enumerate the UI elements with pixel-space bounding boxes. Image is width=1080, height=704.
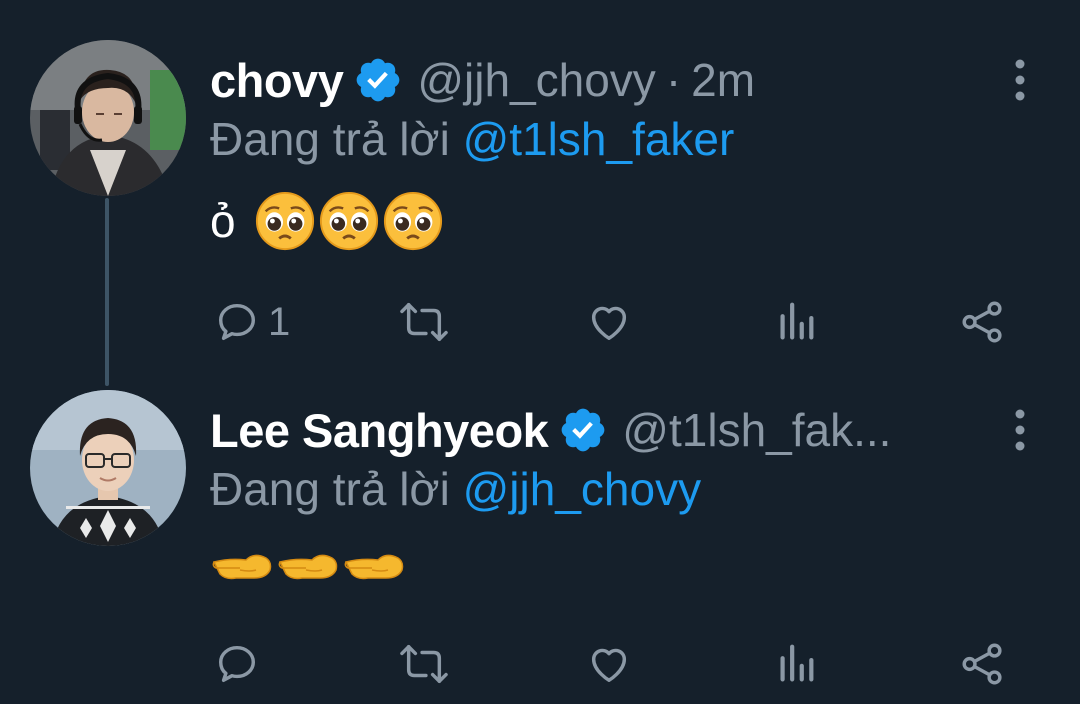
replying-to-label: Đang trả lời [210, 463, 450, 515]
share-icon [962, 301, 1002, 343]
tweet[interactable]: chovy @jjh_chovy · 2m Đang trả lời @t1ls… [0, 0, 1080, 350]
views-icon [780, 644, 814, 682]
reply-mention-link[interactable]: @t1lsh_faker [463, 113, 735, 165]
avatar[interactable] [30, 40, 186, 196]
reply-button[interactable]: 1 [214, 292, 290, 352]
like-button[interactable] [586, 292, 632, 352]
more-options-icon[interactable] [1010, 408, 1030, 452]
pleading-face-emoji [255, 191, 314, 251]
views-icon [780, 302, 814, 340]
backhand-index-pointing-left-emoji [278, 554, 338, 580]
backhand-index-pointing-left-emoji [344, 554, 404, 580]
reply-icon [218, 645, 256, 683]
tweet-header: Lee Sanghyeok @t1lsh_fak... [210, 400, 891, 460]
tweet-text: ỏ [210, 195, 236, 247]
replying-to-label: Đang trả lời [210, 113, 450, 165]
timeline: chovy @jjh_chovy · 2m Đang trả lời @t1ls… [0, 0, 1080, 704]
pleading-face-emoji [319, 191, 378, 251]
tweet-actions [0, 634, 1080, 694]
tweet[interactable]: Lee Sanghyeok @t1lsh_fak... Đang trả lời… [0, 350, 1080, 704]
tweet-body: ỏ [210, 190, 444, 252]
backhand-index-pointing-left-emoji [212, 554, 272, 580]
reply-count: 1 [268, 299, 291, 344]
display-name[interactable]: chovy [210, 53, 344, 108]
tweet-header: chovy @jjh_chovy · 2m [210, 50, 755, 110]
retweet-button[interactable] [398, 292, 450, 352]
timestamp[interactable]: 2m [691, 53, 755, 107]
retweet-button[interactable] [398, 634, 450, 694]
reply-button[interactable] [214, 634, 268, 694]
like-icon [591, 306, 627, 341]
verified-badge-icon [353, 55, 403, 105]
like-button[interactable] [586, 634, 632, 694]
handle[interactable]: @t1lsh_fak... [622, 403, 891, 457]
replying-to-line: Đang trả lời @t1lsh_faker [210, 112, 734, 166]
replying-to-line: Đang trả lời @jjh_chovy [210, 462, 701, 516]
reply-mention-link[interactable]: @jjh_chovy [463, 463, 701, 515]
display-name[interactable]: Lee Sanghyeok [210, 403, 549, 458]
retweet-icon [400, 303, 448, 341]
reply-icon [218, 303, 256, 341]
avatar[interactable] [30, 390, 186, 546]
tweet-body [210, 548, 406, 588]
share-button[interactable] [960, 634, 1006, 694]
pleading-face-emoji [383, 191, 442, 251]
share-button[interactable] [960, 292, 1006, 352]
more-options-icon[interactable] [1010, 58, 1030, 102]
views-button[interactable] [776, 292, 816, 352]
verified-badge-icon [558, 405, 608, 455]
tweet-actions: 1 [0, 292, 1080, 352]
share-icon [962, 643, 1002, 685]
retweet-icon [400, 645, 448, 683]
views-button[interactable] [776, 634, 816, 694]
separator-dot: · [665, 54, 682, 106]
handle[interactable]: @jjh_chovy [417, 53, 655, 107]
like-icon [591, 648, 627, 683]
